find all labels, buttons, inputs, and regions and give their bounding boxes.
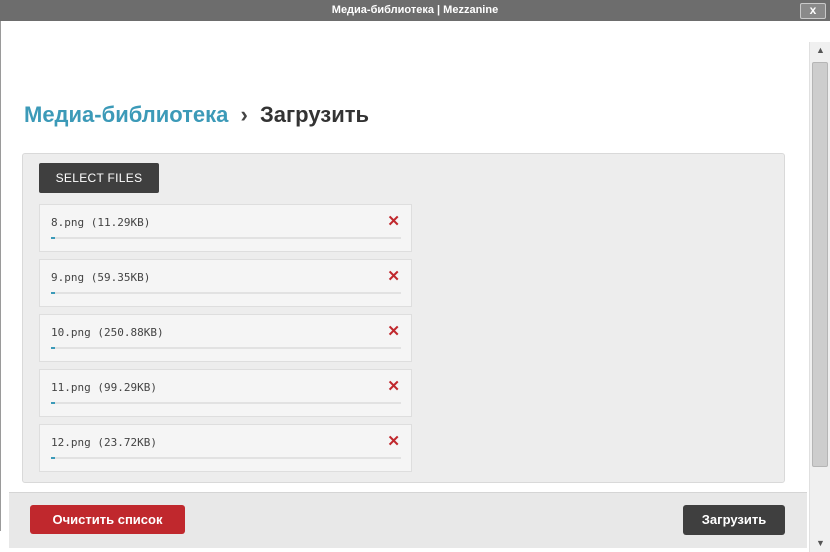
file-item: 11.png (99.29KB) ✕ [39, 369, 412, 417]
dialog-footer: Очистить список Загрузить [9, 492, 807, 548]
remove-file-icon[interactable]: ✕ [387, 269, 400, 284]
progress-fill [51, 292, 55, 294]
upload-progress-bar [51, 292, 401, 294]
remove-file-icon[interactable]: ✕ [387, 214, 400, 229]
upload-progress-bar [51, 237, 401, 239]
upload-progress-bar [51, 347, 401, 349]
dialog-frame: Медиа-библиотека › Загрузить SELECT FILE… [0, 21, 830, 552]
file-item: 8.png (11.29KB) ✕ [39, 204, 412, 252]
remove-file-icon[interactable]: ✕ [387, 434, 400, 449]
close-window-button[interactable]: x [800, 3, 826, 19]
file-name: 10.png (250.88KB) [51, 326, 164, 339]
select-files-button[interactable]: SELECT FILES [39, 163, 159, 193]
clear-list-button[interactable]: Очистить список [30, 505, 185, 534]
breadcrumb-separator: › [240, 102, 248, 127]
file-name: 9.png (59.35KB) [51, 271, 151, 284]
file-name: 8.png (11.29KB) [51, 216, 151, 229]
file-item: 10.png (250.88KB) ✕ [39, 314, 412, 362]
progress-fill [51, 347, 55, 349]
progress-fill [51, 237, 55, 239]
window-titlebar: Медиа-библиотека | Mezzanine x [0, 0, 830, 22]
scroll-down-icon[interactable]: ▼ [810, 535, 830, 552]
remove-file-icon[interactable]: ✕ [387, 379, 400, 394]
upload-progress-bar [51, 457, 401, 459]
scroll-up-icon[interactable]: ▲ [810, 42, 830, 59]
file-item: 9.png (59.35KB) ✕ [39, 259, 412, 307]
window-title: Медиа-библиотека | Mezzanine [331, 4, 499, 16]
file-item: 12.png (23.72KB) ✕ [39, 424, 412, 472]
upload-panel: SELECT FILES 8.png (11.29KB) ✕ 9.png (59… [22, 153, 785, 483]
progress-fill [51, 402, 55, 404]
file-name: 11.png (99.29KB) [51, 381, 157, 394]
upload-progress-bar [51, 402, 401, 404]
file-name: 12.png (23.72KB) [51, 436, 157, 449]
progress-fill [51, 457, 55, 459]
page-title: Медиа-библиотека › Загрузить [24, 102, 369, 128]
scrollbar-thumb[interactable] [812, 62, 828, 467]
dialog-content: Медиа-библиотека › Загрузить SELECT FILE… [9, 43, 807, 548]
breadcrumb-current: Загрузить [260, 102, 370, 127]
remove-file-icon[interactable]: ✕ [387, 324, 400, 339]
vertical-scrollbar[interactable]: ▲ ▼ [809, 42, 830, 552]
breadcrumb-media-library[interactable]: Медиа-библиотека [24, 102, 228, 127]
